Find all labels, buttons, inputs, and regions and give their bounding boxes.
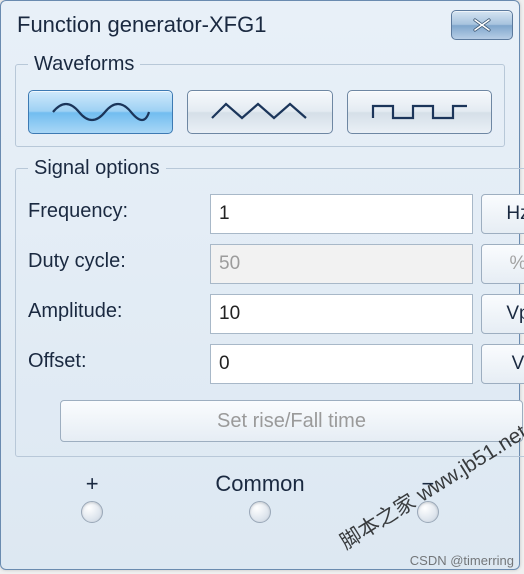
signal-options-grid: Frequency: Hz Duty cycle: % Amplitude: V… bbox=[28, 190, 524, 384]
close-icon bbox=[471, 18, 493, 32]
frequency-label: Frequency: bbox=[28, 194, 202, 234]
terminal-plus-radio[interactable] bbox=[81, 501, 103, 523]
frequency-unit-button[interactable]: Hz bbox=[481, 194, 524, 234]
waveforms-group: Waveforms bbox=[15, 53, 505, 147]
offset-input[interactable] bbox=[210, 344, 473, 384]
window: Function generator-XFG1 Waveforms bbox=[0, 0, 520, 570]
duty-cycle-input bbox=[210, 244, 473, 284]
terminal-plus-label: + bbox=[86, 471, 99, 497]
waveform-triangle-button[interactable] bbox=[187, 90, 332, 134]
titlebar: Function generator-XFG1 bbox=[1, 1, 519, 49]
terminal-minus-label: − bbox=[421, 471, 434, 497]
terminal-common: Common bbox=[215, 471, 304, 523]
terminal-plus: + bbox=[81, 471, 103, 523]
offset-unit-button[interactable]: V bbox=[481, 344, 524, 384]
set-rise-fall-button: Set rise/Fall time bbox=[60, 400, 524, 442]
offset-label: Offset: bbox=[28, 344, 202, 384]
waveform-sine-button[interactable] bbox=[28, 90, 173, 134]
waveforms-legend: Waveforms bbox=[28, 53, 140, 76]
signal-options-legend: Signal options bbox=[28, 157, 166, 180]
terminal-minus: − bbox=[417, 471, 439, 523]
amplitude-label: Amplitude: bbox=[28, 294, 202, 334]
terminals-row: + Common − bbox=[15, 457, 505, 523]
terminal-common-label: Common bbox=[215, 471, 304, 497]
waveform-square-button[interactable] bbox=[347, 90, 492, 134]
terminal-minus-radio[interactable] bbox=[417, 501, 439, 523]
frequency-input[interactable] bbox=[210, 194, 473, 234]
close-button[interactable] bbox=[451, 10, 513, 40]
triangle-icon bbox=[210, 100, 310, 124]
duty-cycle-label: Duty cycle: bbox=[28, 244, 202, 284]
terminal-common-radio[interactable] bbox=[249, 501, 271, 523]
waveform-buttons bbox=[28, 86, 492, 136]
duty-cycle-unit-button: % bbox=[481, 244, 524, 284]
sine-icon bbox=[51, 100, 151, 124]
window-body: Waveforms bbox=[1, 53, 519, 533]
amplitude-unit-button[interactable]: Vp bbox=[481, 294, 524, 334]
signal-options-group: Signal options Frequency: Hz Duty cycle:… bbox=[15, 157, 524, 457]
amplitude-input[interactable] bbox=[210, 294, 473, 334]
square-icon bbox=[369, 100, 469, 124]
window-title: Function generator-XFG1 bbox=[17, 12, 451, 38]
